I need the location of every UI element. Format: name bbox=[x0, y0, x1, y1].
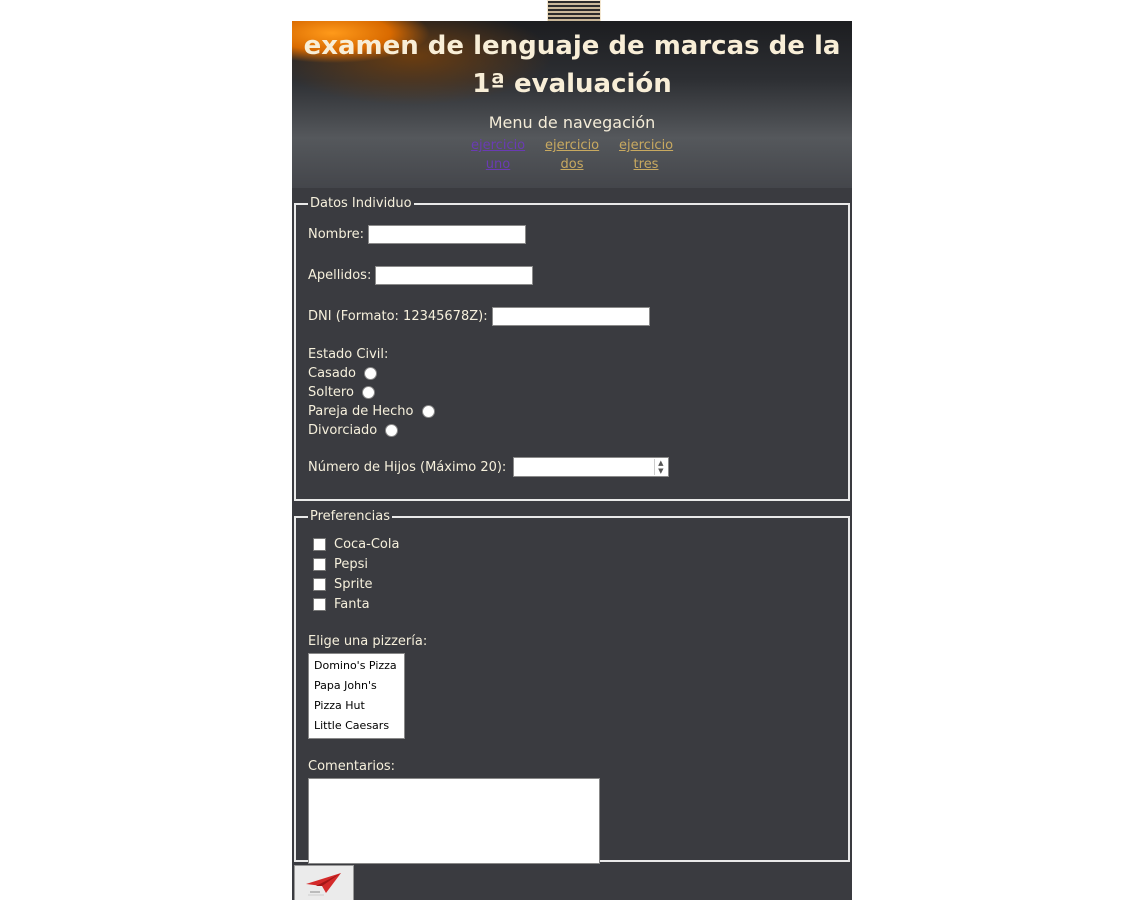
radio-label-soltero: Soltero bbox=[308, 385, 354, 400]
checkbox-sprite[interactable] bbox=[313, 577, 326, 591]
nombre-label: Nombre: bbox=[308, 226, 365, 242]
pizzeria-listbox[interactable]: Domino's Pizza Papa John's Pizza Hut Lit… bbox=[308, 653, 405, 739]
radio-row-soltero: Soltero bbox=[308, 383, 836, 402]
navigation-menu: ejercicio uno ejercicio dos ejercicio tr… bbox=[292, 136, 852, 174]
checkbox-row-coca-cola: Coca-Cola bbox=[308, 534, 836, 554]
preferencias-fieldset: Preferencias Coca-Cola Pepsi Sprite Fant… bbox=[294, 509, 850, 864]
radio-label-casado: Casado bbox=[308, 366, 356, 381]
checkbox-label-fanta: Fanta bbox=[334, 596, 370, 612]
nav-link-ejercicio-uno[interactable]: ejercicio uno bbox=[471, 136, 525, 174]
radio-label-pareja: Pareja de Hecho bbox=[308, 404, 414, 419]
estado-civil-group: Estado Civil: Casado Soltero Pareja de H… bbox=[308, 345, 836, 440]
checkbox-label-pepsi: Pepsi bbox=[334, 556, 369, 572]
pizzeria-option[interactable]: Domino's Pizza bbox=[309, 656, 404, 676]
nav-link-ejercicio-dos[interactable]: ejercicio dos bbox=[545, 136, 599, 174]
pizzeria-label: Elige una pizzería: bbox=[308, 634, 428, 649]
radio-casado[interactable] bbox=[364, 367, 377, 380]
checkbox-row-sprite: Sprite bbox=[308, 574, 836, 594]
dni-input[interactable] bbox=[491, 306, 650, 326]
checkbox-label-sprite: Sprite bbox=[334, 576, 373, 592]
comentarios-label: Comentarios: bbox=[308, 759, 396, 774]
nav-title: Menu de navegación bbox=[488, 113, 656, 132]
checkbox-row-pepsi: Pepsi bbox=[308, 554, 836, 574]
preferencias-legend: Preferencias bbox=[310, 509, 391, 524]
checkbox-pepsi[interactable] bbox=[313, 557, 326, 571]
estado-civil-label: Estado Civil: bbox=[308, 347, 389, 362]
radio-pareja-de-hecho[interactable] bbox=[421, 405, 435, 418]
apellidos-input[interactable] bbox=[375, 265, 534, 285]
nombre-input[interactable] bbox=[368, 224, 527, 244]
hijos-number-input[interactable]: ▲ ▼ bbox=[513, 457, 670, 477]
hijos-spinner-icon[interactable]: ▲ ▼ bbox=[654, 459, 666, 475]
header-banner: examen de lenguaje de marcas de la 1ª ev… bbox=[292, 21, 852, 188]
radio-row-divorciado: Divorciado bbox=[308, 421, 836, 440]
page-container: examen de lenguaje de marcas de la 1ª ev… bbox=[292, 21, 852, 900]
checkbox-row-fanta: Fanta bbox=[308, 594, 836, 614]
datos-individuo-fieldset: Datos Individuo Nombre: Apellidos: DNI (… bbox=[294, 196, 850, 501]
nav-link-ejercicio-tres[interactable]: ejercicio tres bbox=[619, 136, 673, 174]
hijos-label: Número de Hijos (Máximo 20): bbox=[308, 459, 507, 475]
radio-soltero[interactable] bbox=[361, 386, 375, 399]
radio-row-casado: Casado bbox=[308, 364, 836, 383]
dni-label: DNI (Formato: 12345678Z): bbox=[308, 308, 488, 324]
checkbox-coca-cola[interactable] bbox=[313, 537, 326, 551]
checkbox-fanta[interactable] bbox=[313, 597, 326, 611]
bebidas-group: Coca-Cola Pepsi Sprite Fanta bbox=[308, 534, 836, 614]
comentarios-textarea[interactable] bbox=[308, 778, 600, 864]
paper-plane-icon bbox=[306, 873, 341, 896]
radio-divorciado[interactable] bbox=[385, 424, 399, 437]
radio-row-pareja: Pareja de Hecho bbox=[308, 402, 836, 421]
pizzeria-option[interactable]: Papa John's bbox=[309, 676, 404, 696]
apellidos-label: Apellidos: bbox=[308, 267, 372, 283]
checkbox-label-coca-cola: Coca-Cola bbox=[334, 536, 400, 552]
pizzeria-option[interactable]: Little Caesars bbox=[309, 716, 404, 736]
pizzeria-option[interactable]: Pizza Hut bbox=[309, 696, 404, 716]
page-title: examen de lenguaje de marcas de la 1ª ev… bbox=[303, 31, 841, 99]
datos-individuo-legend: Datos Individuo bbox=[310, 196, 412, 211]
submit-button[interactable] bbox=[294, 865, 354, 900]
radio-label-divorciado: Divorciado bbox=[308, 423, 378, 438]
